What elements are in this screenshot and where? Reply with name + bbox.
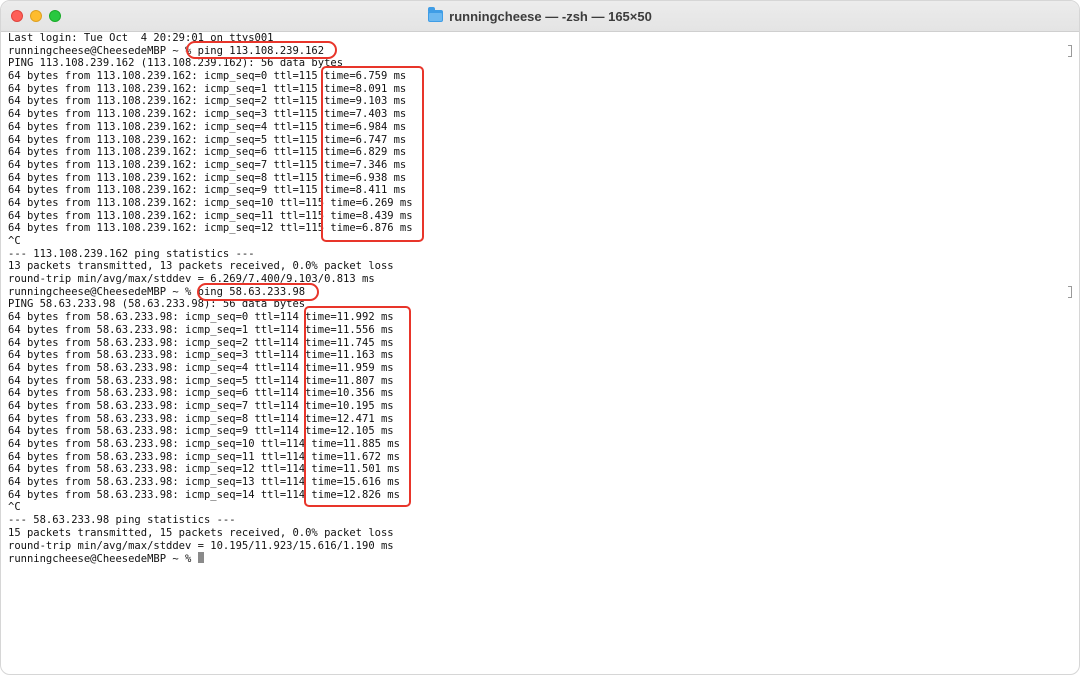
terminal-line-text: Last login: Tue Oct 4 20:29:01 on ttys00… xyxy=(8,32,274,44)
window-title: runningcheese — -zsh — 165×50 xyxy=(449,8,652,24)
terminal-line-text: 64 bytes from 113.108.239.162: icmp_seq=… xyxy=(8,146,407,159)
terminal-line: 64 bytes from 58.63.233.98: icmp_seq=14 … xyxy=(8,489,1059,502)
terminal-line: runningcheese@CheesedeMBP ~ % ping 113.1… xyxy=(8,45,1059,58)
terminal-line: 64 bytes from 113.108.239.162: icmp_seq=… xyxy=(8,172,1059,185)
terminal-line-text: round-trip min/avg/max/stddev = 6.269/7.… xyxy=(8,273,375,286)
terminal-line-text: PING 113.108.239.162 (113.108.239.162): … xyxy=(8,57,344,70)
terminal-line: 64 bytes from 113.108.239.162: icmp_seq=… xyxy=(8,121,1059,134)
terminal-line: runningcheese@CheesedeMBP ~ % xyxy=(8,552,1059,565)
terminal-line: Last login: Tue Oct 4 20:29:01 on ttys00… xyxy=(8,32,1059,45)
terminal-line: 64 bytes from 58.63.233.98: icmp_seq=12 … xyxy=(8,463,1059,476)
terminal-line: 64 bytes from 58.63.233.98: icmp_seq=0 t… xyxy=(8,311,1059,324)
terminal-line-text: 64 bytes from 113.108.239.162: icmp_seq=… xyxy=(8,82,407,95)
terminal-line: 13 packets transmitted, 13 packets recei… xyxy=(8,260,1059,273)
terminal-line-text: 64 bytes from 113.108.239.162: icmp_seq=… xyxy=(8,158,407,171)
terminal-line: 64 bytes from 113.108.239.162: icmp_seq=… xyxy=(8,70,1059,83)
terminal-line: 64 bytes from 113.108.239.162: icmp_seq=… xyxy=(8,159,1059,172)
terminal-line-text: 64 bytes from 58.63.233.98: icmp_seq=12 … xyxy=(8,463,400,476)
terminal-line-text: 64 bytes from 58.63.233.98: icmp_seq=8 t… xyxy=(8,412,394,425)
terminal-line: 64 bytes from 58.63.233.98: icmp_seq=10 … xyxy=(8,438,1059,451)
terminal-line: 64 bytes from 58.63.233.98: icmp_seq=5 t… xyxy=(8,375,1059,388)
title-bar[interactable]: runningcheese — -zsh — 165×50 xyxy=(1,1,1079,32)
terminal-line: 64 bytes from 58.63.233.98: icmp_seq=6 t… xyxy=(8,387,1059,400)
terminal-output[interactable]: Last login: Tue Oct 4 20:29:01 on ttys00… xyxy=(8,32,1059,674)
terminal-line: 64 bytes from 113.108.239.162: icmp_seq=… xyxy=(8,83,1059,96)
terminal-line-text: 64 bytes from 58.63.233.98: icmp_seq=3 t… xyxy=(8,349,394,362)
terminal-line: 64 bytes from 58.63.233.98: icmp_seq=3 t… xyxy=(8,349,1059,362)
terminal-line: 15 packets transmitted, 15 packets recei… xyxy=(8,527,1059,540)
terminal-line: 64 bytes from 113.108.239.162: icmp_seq=… xyxy=(8,146,1059,159)
terminal-line: PING 113.108.239.162 (113.108.239.162): … xyxy=(8,57,1059,70)
terminal-line-text: 64 bytes from 113.108.239.162: icmp_seq=… xyxy=(8,133,407,146)
terminal-line-text: runningcheese@CheesedeMBP ~ % ping 113.1… xyxy=(8,44,325,57)
terminal-line-text: round-trip min/avg/max/stddev = 10.195/1… xyxy=(8,539,394,552)
folder-icon xyxy=(428,7,444,22)
scroll-mark-1 xyxy=(1068,45,1072,57)
terminal-line: 64 bytes from 113.108.239.162: icmp_seq=… xyxy=(8,197,1059,210)
terminal-line: --- 113.108.239.162 ping statistics --- xyxy=(8,248,1059,261)
terminal-line-text: PING 58.63.233.98 (58.63.233.98): 56 dat… xyxy=(8,298,306,311)
terminal-line: PING 58.63.233.98 (58.63.233.98): 56 dat… xyxy=(8,298,1059,311)
terminal-line: 64 bytes from 113.108.239.162: icmp_seq=… xyxy=(8,134,1059,147)
terminal-line-text: --- 58.63.233.98 ping statistics --- xyxy=(8,514,236,527)
terminal-line-text: 64 bytes from 58.63.233.98: icmp_seq=0 t… xyxy=(8,311,394,324)
terminal-line-text: 64 bytes from 58.63.233.98: icmp_seq=2 t… xyxy=(8,336,394,349)
terminal-line: round-trip min/avg/max/stddev = 6.269/7.… xyxy=(8,273,1059,286)
terminal-line: --- 58.63.233.98 ping statistics --- xyxy=(8,514,1059,527)
terminal-line-text: ^C xyxy=(8,235,21,247)
cursor-block xyxy=(197,552,204,564)
terminal-line-text: 64 bytes from 58.63.233.98: icmp_seq=10 … xyxy=(8,438,400,450)
terminal-line: 64 bytes from 113.108.239.162: icmp_seq=… xyxy=(8,210,1059,223)
terminal-line-text: 64 bytes from 113.108.239.162: icmp_seq=… xyxy=(8,70,407,83)
terminal-line-text: 64 bytes from 58.63.233.98: icmp_seq=5 t… xyxy=(8,374,394,387)
window-title-wrap: runningcheese — -zsh — 165×50 xyxy=(1,1,1079,31)
terminal-line-text: --- 113.108.239.162 ping statistics --- xyxy=(8,247,255,260)
terminal-line-text: 64 bytes from 58.63.233.98: icmp_seq=11 … xyxy=(8,450,400,463)
terminal-line-text: 64 bytes from 113.108.239.162: icmp_seq=… xyxy=(8,171,407,184)
terminal-line-text: runningcheese@CheesedeMBP ~ % xyxy=(8,553,198,566)
terminal-line-text: 64 bytes from 58.63.233.98: icmp_seq=6 t… xyxy=(8,387,394,400)
terminal-line-text: runningcheese@CheesedeMBP ~ % ping 58.63… xyxy=(8,285,306,298)
terminal-line-text: 64 bytes from 58.63.233.98: icmp_seq=7 t… xyxy=(8,399,394,412)
terminal-line-text: 64 bytes from 58.63.233.98: icmp_seq=4 t… xyxy=(8,361,394,374)
terminal-line: 64 bytes from 58.63.233.98: icmp_seq=11 … xyxy=(8,451,1059,464)
terminal-line: 64 bytes from 113.108.239.162: icmp_seq=… xyxy=(8,108,1059,121)
terminal-line-text: 64 bytes from 113.108.239.162: icmp_seq=… xyxy=(8,108,407,121)
terminal-line-text: 13 packets transmitted, 13 packets recei… xyxy=(8,260,394,273)
terminal-line: 64 bytes from 58.63.233.98: icmp_seq=7 t… xyxy=(8,400,1059,413)
terminal-line: 64 bytes from 58.63.233.98: icmp_seq=13 … xyxy=(8,476,1059,489)
terminal-line-text: 64 bytes from 58.63.233.98: icmp_seq=14 … xyxy=(8,488,400,501)
terminal-line-text: 64 bytes from 58.63.233.98: icmp_seq=9 t… xyxy=(8,425,394,438)
terminal-line-text: 64 bytes from 113.108.239.162: icmp_seq=… xyxy=(8,196,413,209)
terminal-line-text: 64 bytes from 113.108.239.162: icmp_seq=… xyxy=(8,209,413,222)
terminal-line: ^C xyxy=(8,501,1059,514)
terminal-line-text: 15 packets transmitted, 15 packets recei… xyxy=(8,526,394,539)
terminal-line-text: 64 bytes from 58.63.233.98: icmp_seq=1 t… xyxy=(8,323,394,336)
terminal-window: runningcheese — -zsh — 165×50 Last login… xyxy=(0,0,1080,675)
scroll-mark-2 xyxy=(1068,286,1072,298)
terminal-line-text: 64 bytes from 113.108.239.162: icmp_seq=… xyxy=(8,95,407,108)
terminal-line: 64 bytes from 58.63.233.98: icmp_seq=1 t… xyxy=(8,324,1059,337)
terminal-line: 64 bytes from 58.63.233.98: icmp_seq=8 t… xyxy=(8,413,1059,426)
terminal-line-text: 64 bytes from 113.108.239.162: icmp_seq=… xyxy=(8,184,407,197)
terminal-line-text: ^C xyxy=(8,501,21,514)
terminal-line-text: 64 bytes from 113.108.239.162: icmp_seq=… xyxy=(8,120,407,133)
terminal-line: 64 bytes from 113.108.239.162: icmp_seq=… xyxy=(8,184,1059,197)
terminal-line: 64 bytes from 113.108.239.162: icmp_seq=… xyxy=(8,95,1059,108)
terminal-line: round-trip min/avg/max/stddev = 10.195/1… xyxy=(8,540,1059,553)
terminal-line: 64 bytes from 58.63.233.98: icmp_seq=4 t… xyxy=(8,362,1059,375)
terminal-line-text: 64 bytes from 113.108.239.162: icmp_seq=… xyxy=(8,222,413,235)
terminal-line: 64 bytes from 58.63.233.98: icmp_seq=2 t… xyxy=(8,337,1059,350)
terminal-line-text: 64 bytes from 58.63.233.98: icmp_seq=13 … xyxy=(8,476,400,489)
terminal-line: runningcheese@CheesedeMBP ~ % ping 58.63… xyxy=(8,286,1059,299)
terminal-line: ^C xyxy=(8,235,1059,248)
terminal-line: 64 bytes from 113.108.239.162: icmp_seq=… xyxy=(8,222,1059,235)
terminal-line: 64 bytes from 58.63.233.98: icmp_seq=9 t… xyxy=(8,425,1059,438)
